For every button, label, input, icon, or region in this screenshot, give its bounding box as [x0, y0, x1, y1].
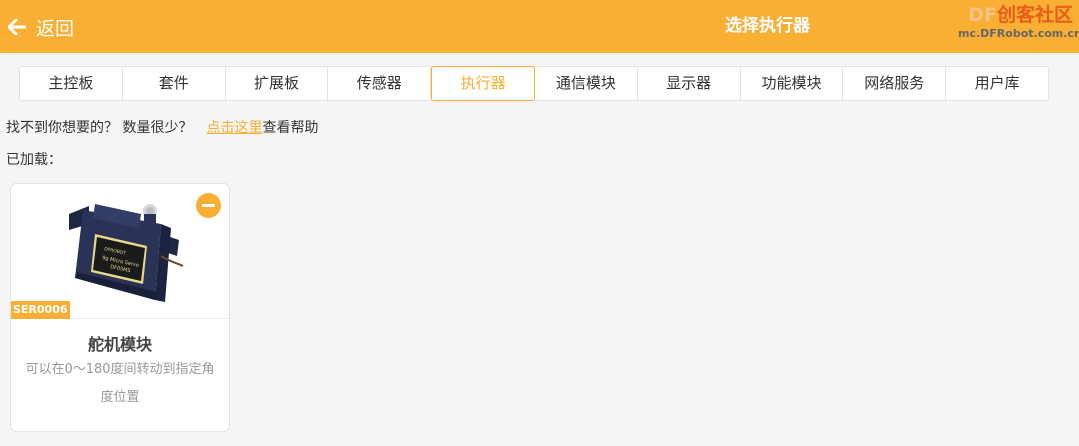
tab-communication[interactable]: 通信模块	[535, 67, 638, 100]
watermark-brand-suffix: 创客社区	[996, 4, 1073, 26]
module-card[interactable]: DFROBOT 9g Micro Servo DF05MS SER0006 舵机…	[10, 183, 230, 432]
watermark-brand-prefix: DF	[968, 4, 997, 26]
card-description: 可以在0～180度间转动到指定角度位置	[25, 362, 215, 405]
watermark-brand: DF创客社区	[958, 3, 1073, 27]
help-text: 找不到你想要的？ 数量很少？	[6, 120, 193, 136]
page-title: 选择执行器	[725, 16, 810, 36]
tab-expansion-board[interactable]: 扩展板	[226, 67, 329, 100]
tab-actuator[interactable]: 执行器	[431, 66, 535, 101]
watermark-url: mc.DFRobot.com.cn	[958, 27, 1079, 40]
minus-circle-icon[interactable]	[196, 193, 221, 218]
loaded-label: 已加载：	[6, 152, 62, 168]
tab-main-board[interactable]: 主控板	[20, 67, 123, 100]
card-title: 舵机模块	[87, 335, 152, 354]
back-label: 返回	[36, 17, 75, 40]
help-suffix: 查看帮助	[262, 120, 319, 136]
tab-network-service[interactable]: 网络服务	[843, 67, 947, 100]
tab-function-module[interactable]: 功能模块	[741, 67, 844, 100]
sku-badge: SER0006	[11, 301, 70, 319]
help-link[interactable]: 点击这里	[206, 120, 262, 136]
help-line: 找不到你想要的？ 数量很少？ 点击这里查看帮助	[6, 117, 318, 137]
dfrobot-watermark: DF创客社区 mc.DFRobot.com.cn	[958, 3, 1079, 41]
tab-sensor[interactable]: 传感器	[328, 67, 432, 100]
top-bar: 返回 选择执行器 DF创客社区 mc.DFRobot.com.cn	[0, 0, 1079, 53]
category-tabs: 主控板 套件 扩展板 传感器 执行器 通信模块 显示器 功能模块 网络服务 用户…	[19, 66, 1049, 101]
tab-user-library[interactable]: 用户库	[946, 67, 1048, 100]
arrow-left-icon	[8, 19, 26, 35]
tab-display[interactable]: 显示器	[638, 67, 741, 100]
tab-kit[interactable]: 套件	[123, 67, 226, 100]
back-button[interactable]: 返回	[8, 12, 74, 42]
